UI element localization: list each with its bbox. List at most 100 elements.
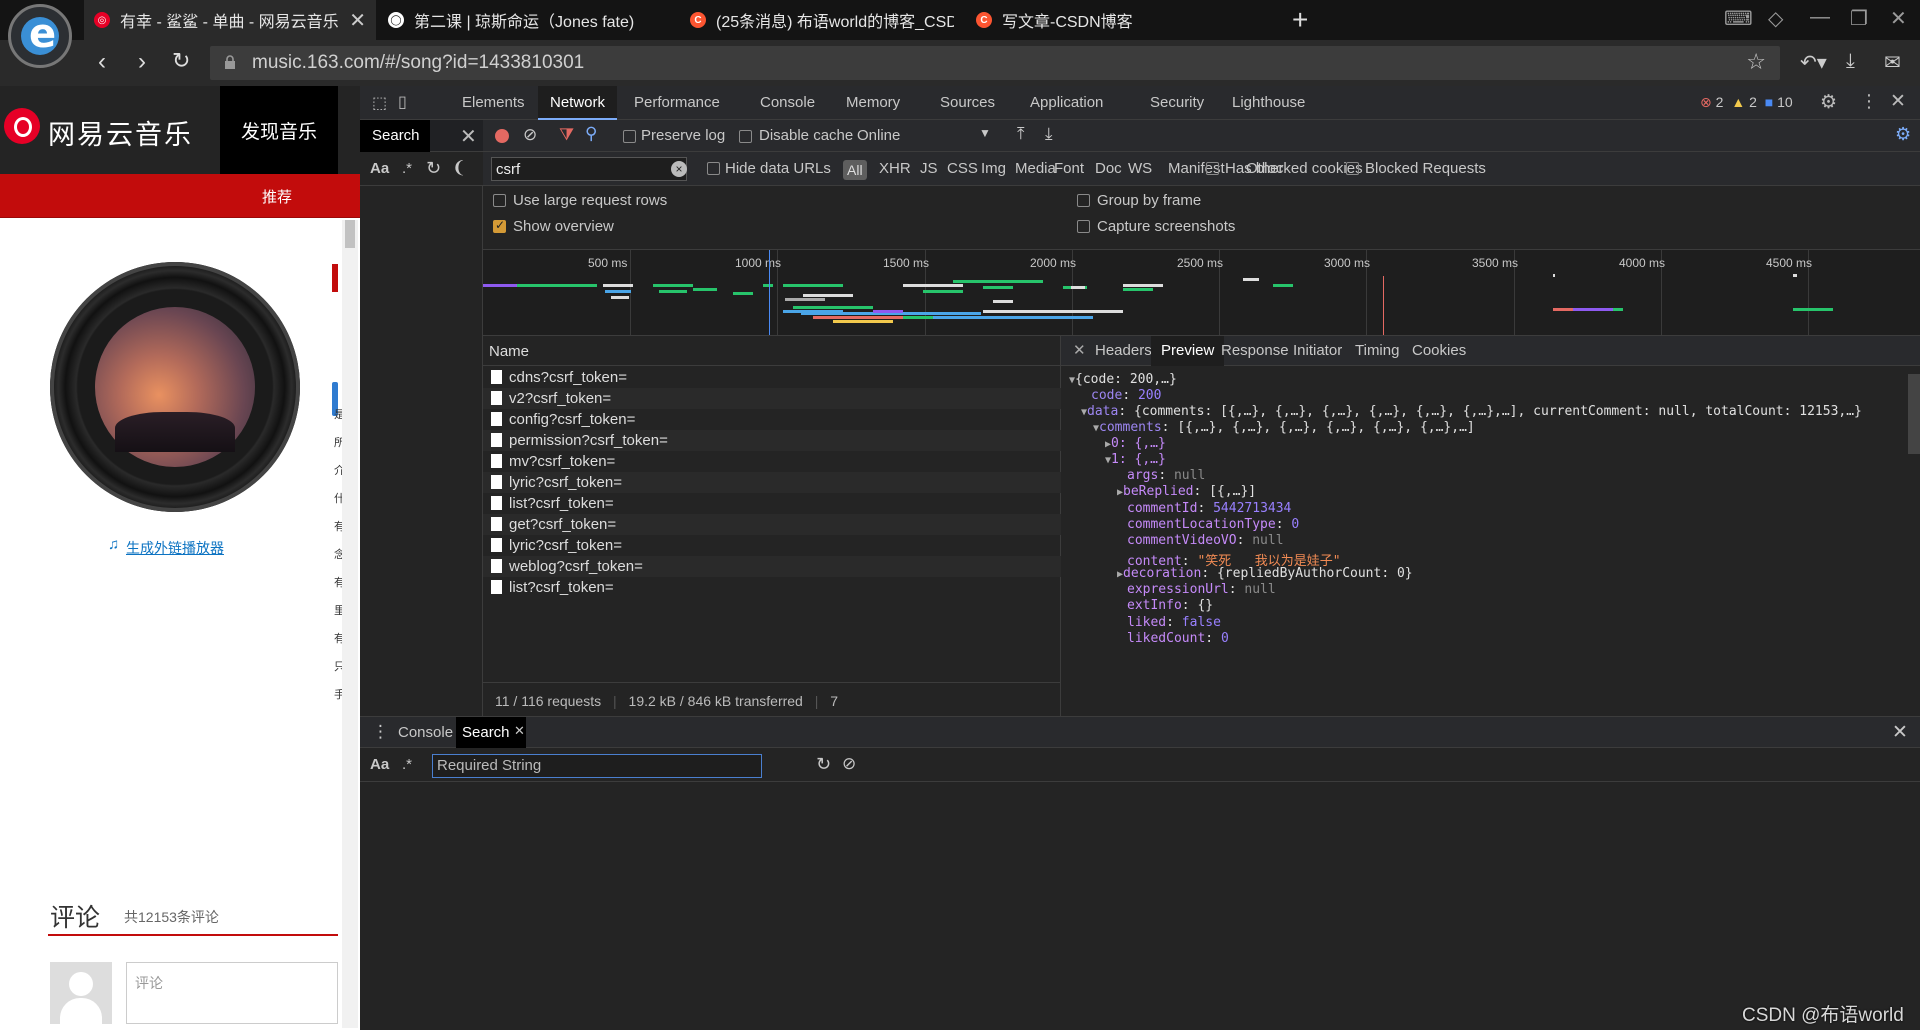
record-icon[interactable] [495,129,509,143]
request-row[interactable]: weblog?csrf_token= [483,556,1061,577]
regex-toggle[interactable]: .* [402,160,412,177]
devtools-tab-performance[interactable]: Performance [622,86,732,120]
json-field[interactable]: ▶decoration: {repliedByAuthorCount: 0} [1117,566,1413,581]
network-settings-icon[interactable]: ⚙ [1895,124,1911,145]
drawer-clear-icon[interactable]: ⊘ [842,754,856,774]
back-icon[interactable]: ‹ [98,48,106,76]
search-sidebar-tab[interactable]: Search [360,120,430,152]
comment-input[interactable]: 评论 [126,962,338,1024]
reload-icon[interactable]: ↻ [172,48,190,74]
incognito-icon[interactable]: ⌨ [1724,6,1753,31]
blocked-cookies-checkbox[interactable] [1206,162,1219,175]
issues-counter[interactable]: ⊗ 2 ▲ 2 ■ 10 [1700,94,1793,111]
page-scrollbar[interactable] [342,220,358,1028]
preview-scrollbar[interactable] [1908,374,1920,454]
devtools-tab-memory[interactable]: Memory [834,86,912,120]
forward-icon[interactable]: › [138,48,146,76]
filter-input[interactable] [491,157,687,181]
disable-cache-checkbox[interactable] [739,130,752,143]
restore-icon[interactable]: ❐ [1850,6,1868,31]
type-filter-media[interactable]: Media [1015,160,1056,177]
request-row[interactable]: list?csrf_token= [483,577,1061,598]
devtools-tab-application[interactable]: Application [1018,86,1115,120]
shirt-icon[interactable]: ◇ [1768,6,1783,31]
search-sidebar-close-icon[interactable]: ✕ [460,124,477,149]
json-field[interactable]: ▶beReplied: [{,…}] [1117,484,1256,499]
group-by-frame-checkbox[interactable] [1077,194,1090,207]
site-name[interactable]: 网易云音乐 [48,113,193,152]
drawer-tab-console[interactable]: Console [398,724,453,741]
request-row[interactable]: list?csrf_token= [483,493,1061,514]
type-filter-font[interactable]: Font [1054,160,1084,177]
request-row[interactable]: get?csrf_token= [483,514,1061,535]
type-filter-doc[interactable]: Doc [1095,160,1122,177]
browser-tab[interactable]: ◯ 第二课 | 琼斯命运（Jones fate) [378,0,678,40]
extensions-icon[interactable]: ✉ [1884,50,1901,75]
settings-gear-icon[interactable]: ⚙ [1820,91,1837,114]
show-overview-checkbox[interactable] [493,218,506,233]
detail-tab-initiator[interactable]: Initiator [1283,336,1352,366]
drawer-tab-search[interactable]: Search [462,724,510,741]
drawer-menu-icon[interactable]: ⋮ [372,722,389,742]
detail-tab-timing[interactable]: Timing [1345,336,1409,366]
netease-logo-icon[interactable] [4,108,40,144]
bookmark-star-icon[interactable]: ☆ [1746,49,1766,75]
request-row[interactable]: lyric?csrf_token= [483,535,1061,556]
type-filter-css[interactable]: CSS [947,160,978,177]
json-comment-0[interactable]: ▶0: {,…} [1105,436,1166,451]
capture-screenshots-checkbox[interactable] [1077,220,1090,233]
clear-icon[interactable]: ⊘ [523,125,537,145]
url-field[interactable]: music.163.com/#/song?id=1433810301 ☆ [210,46,1780,80]
clear-filter-icon[interactable]: × [671,161,687,177]
type-filter-xhr[interactable]: XHR [879,160,911,177]
request-row[interactable]: v2?csrf_token= [483,388,1061,409]
hide-data-urls-checkbox[interactable] [707,162,720,175]
json-root[interactable]: ▼{code: 200,…} [1069,372,1177,387]
devtools-tab-elements[interactable]: Elements [450,86,537,120]
request-row[interactable]: permission?csrf_token= [483,430,1061,451]
request-row[interactable]: config?csrf_token= [483,409,1061,430]
detail-tab-cookies[interactable]: Cookies [1402,336,1476,366]
devtools-tab-lighthouse[interactable]: Lighthouse [1220,86,1317,120]
request-row[interactable]: cdns?csrf_token= [483,367,1061,388]
name-column-header[interactable]: Name [483,336,1061,366]
devtools-tab-security[interactable]: Security [1138,86,1216,120]
inspect-element-icon[interactable]: ⬚ [372,93,387,113]
drawer-tab-search-close-icon[interactable]: ✕ [514,723,525,739]
drawer-refresh-icon[interactable]: ↻ [816,754,831,775]
type-filter-ws[interactable]: WS [1128,160,1152,177]
close-devtools-icon[interactable]: ✕ [1890,90,1906,113]
type-filter-img[interactable]: Img [981,160,1006,177]
request-row[interactable]: lyric?csrf_token= [483,472,1061,493]
devtools-tab-sources[interactable]: Sources [928,86,1007,120]
sub-nav-recommend[interactable]: 推荐 [262,186,292,207]
json-comment-1[interactable]: ▼1: {,…} [1105,452,1166,467]
drawer-regex[interactable]: .* [402,756,412,773]
devtools-tab-console[interactable]: Console [748,86,827,120]
preserve-log-checkbox[interactable] [623,130,636,143]
match-case-toggle[interactable]: Aa [370,160,389,177]
nav-discover-music[interactable]: 发现音乐 [220,86,338,174]
browser-tab[interactable]: C 写文章-CSDN博客 [966,0,1256,40]
drawer-match-case[interactable]: Aa [370,756,389,773]
url-text[interactable]: music.163.com/#/song?id=1433810301 [252,52,584,74]
generate-player-link[interactable]: 生成外链播放器 [126,538,224,558]
throttling-select[interactable]: Online [857,127,900,144]
type-filter-all[interactable]: All [843,160,867,180]
search-more-icon[interactable]: ❨ [452,158,466,178]
new-tab-button[interactable]: + [1292,4,1308,36]
json-comments[interactable]: ▼comments: [{,…}, {,…}, {,…}, {,…}, {,…}… [1093,420,1475,435]
close-drawer-icon[interactable]: ✕ [1892,721,1908,744]
search-icon[interactable]: ⚲ [585,124,597,144]
browser-tab[interactable]: C (25条消息) 布语world的博客_CSDN [680,0,964,40]
more-menu-icon[interactable]: ⋮ [1860,91,1878,112]
browser-tab[interactable]: ◎ 有幸 - 鲨鲨 - 单曲 - 网易云音乐 ✕ [84,0,376,40]
undo-icon[interactable]: ↶▾ [1800,50,1827,75]
devtools-tab-network[interactable]: Network [538,86,618,120]
export-har-icon[interactable]: ⤓ [1045,124,1053,144]
large-rows-checkbox[interactable] [493,194,506,207]
red-button-edge[interactable] [332,264,338,292]
type-filter-js[interactable]: JS [920,160,938,177]
json-data[interactable]: ▼data: {comments: [{,…}, {,…}, {,…}, {,…… [1081,404,1862,419]
request-row[interactable]: mv?csrf_token= [483,451,1061,472]
